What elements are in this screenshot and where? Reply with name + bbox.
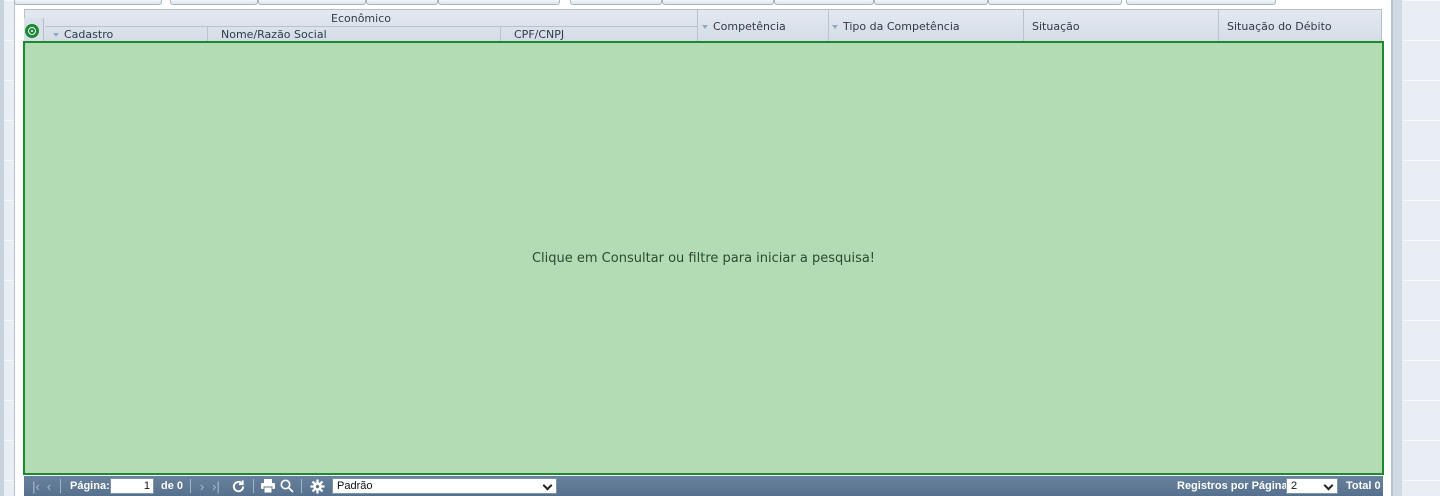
toolbar-separator: [60, 479, 61, 493]
column-header-cpf-cnpj[interactable]: CPF/CNPJ: [514, 27, 564, 42]
empty-state-message: Clique em Consultar ou filtre para inici…: [531, 250, 876, 266]
toolbar-button-fragment[interactable]: [258, 0, 366, 5]
layout-select-value: Padrão: [337, 480, 373, 492]
group-header-economico: Econômico: [331, 11, 391, 25]
column-divider[interactable]: [828, 10, 829, 43]
refresh-icon[interactable]: [229, 476, 247, 496]
column-header-tipo-competencia[interactable]: Tipo da Competência: [832, 10, 960, 43]
toolbar-button-fragment[interactable]: [438, 0, 560, 5]
chevron-down-icon: [1323, 480, 1334, 491]
grid-header: Econômico Cadastro Nome/Razão Social CPF…: [24, 9, 1382, 43]
toolbar-button-fragment[interactable]: [366, 0, 438, 5]
total-label: Total 0: [1346, 480, 1381, 492]
print-icon[interactable]: [259, 476, 277, 496]
column-divider[interactable]: [1218, 10, 1219, 43]
print-icon-graphic: [261, 479, 275, 493]
sort-arrow-icon: [53, 32, 59, 37]
search-icon-graphic: [280, 479, 294, 493]
toolbar-separator: [301, 479, 302, 493]
toolbar-button-fragment[interactable]: [874, 0, 988, 5]
column-label: Tipo da Competência: [843, 20, 960, 33]
column-header-situacao[interactable]: Situação: [1032, 10, 1080, 43]
empty-results-panel: Clique em Consultar ou filtre para inici…: [23, 41, 1384, 475]
per-page-value: 2: [1291, 480, 1298, 492]
per-page-label: Registros por Página:: [1177, 480, 1292, 492]
prev-page-icon[interactable]: ‹: [44, 476, 54, 496]
toolbar-button-fragment[interactable]: [774, 0, 874, 5]
gear-icon-graphic: [309, 478, 325, 494]
column-header-competencia[interactable]: Competência: [702, 10, 786, 43]
toolbar-button-fragment[interactable]: [14, 0, 162, 5]
header-divider: [45, 26, 697, 27]
next-page-icon[interactable]: ›: [197, 476, 207, 496]
toolbar-button-fragment[interactable]: [170, 0, 258, 5]
column-label: Cadastro: [64, 28, 114, 41]
top-toolbar-strip: [14, 0, 1284, 5]
toolbar-button-fragment[interactable]: [1126, 0, 1276, 5]
column-divider[interactable]: [1023, 10, 1024, 43]
page-number-input[interactable]: 1: [110, 478, 154, 494]
column-header-situacao-debito[interactable]: Situação do Débito: [1227, 10, 1332, 43]
column-divider[interactable]: [697, 10, 698, 43]
left-rail: [0, 0, 4, 496]
column-header-nome[interactable]: Nome/Razão Social: [221, 27, 327, 42]
column-label: Competência: [713, 20, 786, 33]
toolbar-separator: [253, 479, 254, 493]
toolbar-button-fragment[interactable]: [570, 0, 662, 5]
target-icon[interactable]: [25, 24, 39, 38]
sort-arrow-icon: [832, 24, 838, 29]
layout-select[interactable]: Padrão: [332, 478, 557, 494]
search-icon[interactable]: [279, 476, 295, 496]
last-page-icon[interactable]: ›|: [209, 476, 223, 496]
toolbar-button-fragment[interactable]: [662, 0, 774, 5]
chevron-down-icon: [542, 480, 553, 491]
sort-arrow-icon: [702, 24, 708, 29]
page-label: Página:: [70, 480, 110, 492]
vertical-scrollbar[interactable]: [1392, 0, 1402, 496]
toolbar-button-fragment[interactable]: [988, 0, 1122, 5]
gear-icon[interactable]: [308, 476, 326, 496]
paging-toolbar: |‹ ‹ Página: 1 de 0 › ›| Padrão Registro…: [24, 476, 1383, 496]
page-count-label: de 0: [161, 480, 184, 492]
per-page-select[interactable]: 2: [1286, 478, 1338, 494]
first-page-icon[interactable]: |‹: [30, 476, 42, 496]
toolbar-separator: [190, 479, 191, 493]
column-header-cadastro[interactable]: Cadastro: [53, 27, 113, 42]
refresh-icon-graphic: [232, 479, 244, 492]
